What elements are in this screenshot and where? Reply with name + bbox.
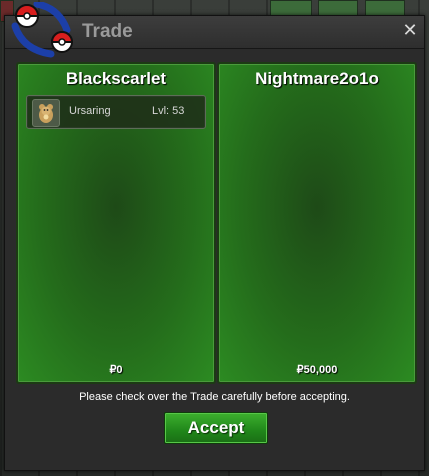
- window-title: Trade: [82, 21, 133, 42]
- accept-button[interactable]: Accept: [164, 412, 268, 444]
- trade-panel-right: Nightmare2o1o ₽50,000: [217, 62, 417, 384]
- backdrop-tile: [270, 0, 312, 16]
- item-level: Lvl: 53: [152, 105, 185, 117]
- trade-item-slot[interactable]: Ursaring Lvl: 53: [26, 95, 206, 129]
- item-name: Ursaring: [69, 105, 111, 117]
- backdrop-tile: [318, 0, 358, 16]
- money-offer-right: ₽50,000: [296, 364, 338, 376]
- money-offer-left: ₽0: [109, 364, 123, 376]
- trade-window: Trade ✕ Blackscarlet Ursaring Lvl: 53 ₽0…: [4, 2, 425, 471]
- ursaring-icon: [32, 99, 60, 127]
- close-icon[interactable]: ✕: [400, 21, 420, 41]
- pokeball-logo-icon: [11, 2, 74, 58]
- backdrop-tile: [365, 0, 405, 16]
- player-name-right: Nightmare2o1o: [255, 69, 379, 88]
- player-name-left: Blackscarlet: [65, 69, 167, 88]
- trade-panel-left: Blackscarlet Ursaring Lvl: 53 ₽0: [16, 62, 216, 384]
- trade-notice: Please check over the Trade carefully be…: [79, 391, 350, 403]
